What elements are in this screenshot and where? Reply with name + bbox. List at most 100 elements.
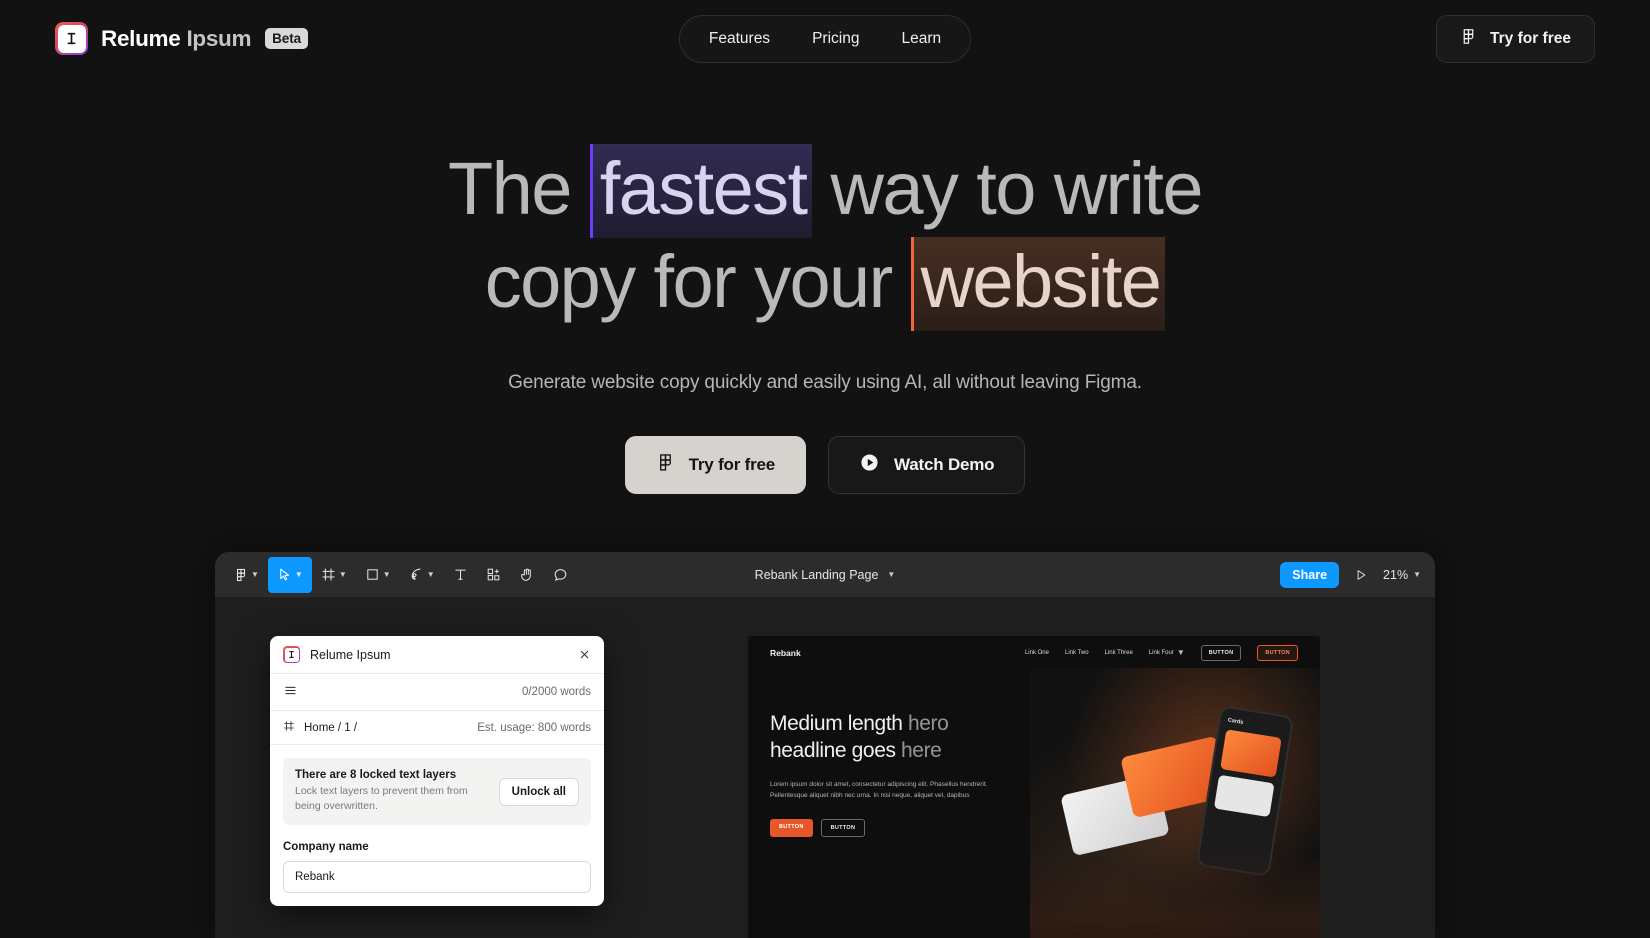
plugin-breadcrumb[interactable]: Home / 1 / [304,722,357,734]
plugin-breadcrumb-row: Home / 1 / Est. usage: 800 words [270,711,604,745]
hero-primary-cta-label: Try for free [688,455,776,474]
hero-highlight-fastest: fastest [589,144,812,238]
hero-actions: Try for free Watch Demo [0,436,1650,494]
preview-cta-group: BUTTON BUTTON [770,819,1020,838]
relume-ipsum-logo-icon [283,646,300,663]
figma-toolbar-right: Share 21% ▼ [1280,561,1425,588]
pen-tool-button[interactable]: ▼ [400,557,444,593]
figma-document-name[interactable]: Rebank Landing Page ▼ [755,568,896,582]
nav-link-learn[interactable]: Learn [882,23,960,55]
figma-canvas[interactable]: Relume Ipsum 0/2000 words Home / 1 / Est… [215,598,1435,938]
chevron-down-icon: ▼ [251,569,259,579]
hand-tool-button[interactable] [510,557,544,593]
plugin-title: Relume Ipsum [310,647,391,662]
nav-link-features[interactable]: Features [690,23,789,55]
locked-layers-title: There are 8 locked text layers [295,769,457,781]
move-tool-button[interactable]: ▼ [267,556,312,593]
preview-hero-image: Cards [1030,668,1320,938]
present-play-icon[interactable] [1351,565,1371,585]
hero-line1-suffix: way to write [811,147,1203,230]
hands-overlay [1030,848,1320,938]
preview-link-one: Link One [1024,650,1049,656]
nav-link-pricing[interactable]: Pricing [793,23,878,55]
figma-zoom-value: 21% [1383,567,1409,582]
preview-link-four-label: Link Four [1148,650,1174,656]
chevron-down-icon: ▼ [294,569,303,579]
figma-tool-group: ▼ ▼ ▼ ▼ ▼ [225,556,577,593]
header-cta-label: Try for free [1490,29,1571,47]
hero-title-line-2: copy for your website [325,236,1325,331]
hero-watch-demo-button[interactable]: Watch Demo [828,436,1026,494]
plugin-usage-estimate: Est. usage: 800 words [477,721,591,734]
figma-icon [1460,28,1477,50]
plugin-titlebar: Relume Ipsum [270,636,604,674]
hero-secondary-cta-label: Watch Demo [894,455,995,474]
hero-section: The fastest way to write copy for your w… [0,77,1650,494]
hero-title-line-1: The fastest way to write [325,143,1325,238]
preview-link-three: Link Three [1104,650,1133,656]
brand-name-light: Ipsum [186,25,252,51]
hamburger-menu-icon[interactable] [283,683,298,701]
header-try-for-free-button[interactable]: Try for free [1436,14,1595,63]
figma-zoom-level[interactable]: 21% ▼ [1383,568,1425,582]
figma-toolbar: ▼ ▼ ▼ ▼ ▼ Rebank Landing Page ▼ Share 21… [215,552,1435,598]
figma-document-name-label: Rebank Landing Page [754,567,879,582]
unlock-all-button[interactable]: Unlock all [498,777,579,806]
plugin-toolbar-row: 0/2000 words [270,674,604,711]
brand-logo-link[interactable]: Relume Ipsum Beta [55,22,309,55]
brand-name: Relume Ipsum Beta [101,25,309,52]
preview-brand: Rebank [770,648,801,658]
play-circle-icon [859,452,880,478]
preview-link-two: Link Two [1064,650,1089,656]
chevron-down-icon: ▼ [338,569,347,579]
hero-try-for-free-button[interactable]: Try for free [624,436,807,494]
shape-tool-button[interactable]: ▼ [356,557,400,593]
figma-share-button[interactable]: Share [1280,561,1340,588]
relume-ipsum-logo-icon [55,22,88,55]
hero-line1-prefix: The [448,147,590,230]
hero-line2-prefix: copy for your [484,239,911,323]
phone-card-light [1213,774,1275,818]
preview-cta-primary: BUTTON [770,819,813,838]
relume-ipsum-plugin-panel: Relume Ipsum 0/2000 words Home / 1 / Est… [270,636,604,907]
design-preview-frame[interactable]: Rebank Link One Link Two Link Three Link… [748,636,1320,938]
preview-headline: Medium length hero headline goes here [770,710,1020,765]
site-header: Relume Ipsum Beta Features Pricing Learn… [0,0,1650,77]
plugin-body: There are 8 locked text layers Lock text… [270,745,604,906]
company-name-input[interactable] [283,861,591,894]
preview-cta-secondary: BUTTON [820,819,866,838]
chevron-down-icon: ▼ [1176,648,1185,657]
preview-headline-b: hero [907,712,949,735]
close-icon[interactable] [578,648,591,661]
preview-navbar: Rebank Link One Link Two Link Three Link… [748,636,1320,670]
company-name-label: Company name [283,841,369,854]
text-tool-button[interactable] [444,557,477,593]
plugin-word-count: 0/2000 words [521,686,591,698]
figma-app-mockup: ▼ ▼ ▼ ▼ ▼ Rebank Landing Page ▼ Share 21… [215,552,1435,938]
beta-badge: Beta [265,28,309,49]
chevron-down-icon: ▼ [426,569,435,579]
locked-layers-notice: There are 8 locked text layers Lock text… [283,758,591,826]
preview-headline-d: here [901,739,942,763]
preview-headline-a: Medium length [770,712,908,735]
preview-headline-c: headline goes [770,739,902,763]
page-title: The fastest way to write copy for your w… [325,143,1325,331]
hero-subtitle: Generate website copy quickly and easily… [508,372,1142,393]
preview-nav-button-2: BUTTON [1257,645,1298,661]
figma-menu-icon-button[interactable]: ▼ [225,557,268,593]
chevron-down-icon: ▼ [887,569,896,579]
comment-tool-button[interactable] [544,557,577,593]
phone-card-orange [1220,729,1282,778]
frame-tool-button[interactable]: ▼ [312,557,356,593]
chevron-down-icon: ▼ [382,569,391,579]
components-tool-button[interactable] [477,557,510,593]
brand-name-bold: Relume [101,25,181,51]
frame-icon [283,720,295,735]
locked-layers-description: Lock text layers to prevent them from be… [295,785,468,813]
preview-nav-button-1: BUTTON [1200,645,1242,661]
chevron-down-icon: ▼ [1413,569,1421,579]
preview-link-four: Link Four ▼ [1149,649,1185,657]
preview-paragraph: Lorem ipsum dolor sit amet, consectetur … [770,780,988,799]
hero-highlight-website: website [910,236,1166,331]
figma-icon [656,453,675,477]
